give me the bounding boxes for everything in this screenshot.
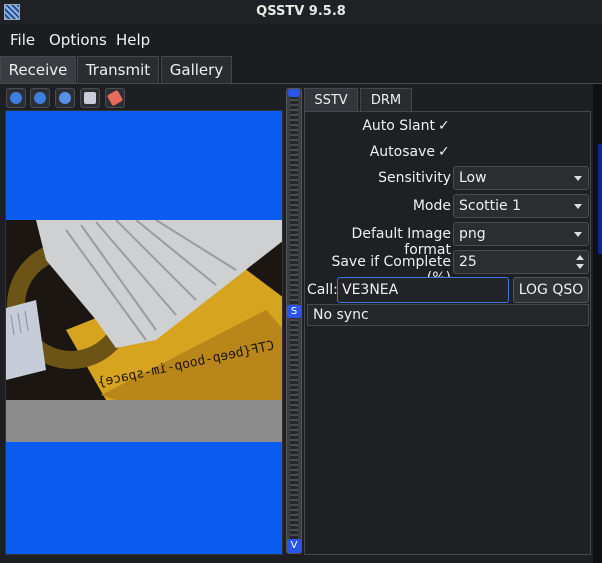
chevron-down-icon xyxy=(574,176,582,181)
window-edge-accent xyxy=(598,144,602,254)
start-icon xyxy=(10,92,22,104)
erase-icon xyxy=(106,89,124,107)
received-photo-art: CTF{beep-boop-im-space} xyxy=(6,220,282,400)
save-icon xyxy=(84,92,96,104)
chevron-down-icon[interactable] xyxy=(576,264,584,269)
tab-transmit[interactable]: Transmit xyxy=(77,56,159,84)
chevron-down-icon xyxy=(574,204,582,209)
start-button[interactable] xyxy=(6,88,26,108)
mode-select[interactable]: Scottie 1 xyxy=(453,194,589,218)
autosave-label: Autosave xyxy=(369,144,435,160)
menu-help[interactable]: Help xyxy=(116,31,150,49)
sync-status: No sync xyxy=(307,304,589,326)
auto-slant-label: Auto Slant xyxy=(362,118,435,134)
call-label: Call: xyxy=(307,282,338,298)
slider-groove xyxy=(290,93,298,549)
mode-label: Mode xyxy=(412,198,451,214)
chevron-down-icon xyxy=(574,232,582,237)
stop-icon xyxy=(34,92,46,104)
chevron-up-icon[interactable] xyxy=(576,255,584,260)
slider-handle-v[interactable]: V xyxy=(287,539,301,553)
title-bar: QSSTV 9.5.8 xyxy=(0,0,602,24)
slider-top-cap xyxy=(288,89,300,97)
menu-file[interactable]: File xyxy=(10,31,35,49)
sync-slider[interactable]: S V xyxy=(286,88,302,554)
save-if-complete-value: 25 xyxy=(459,254,477,270)
tab-drm[interactable]: DRM xyxy=(360,88,412,112)
tab-receive[interactable]: Receive xyxy=(0,56,76,84)
resync-icon xyxy=(59,92,71,104)
sstv-settings-panel: Auto Slant ✓ Autosave ✓ Sensitivity Low … xyxy=(304,111,591,555)
sensitivity-select[interactable]: Low xyxy=(453,166,589,190)
call-input[interactable]: VE3NEA xyxy=(337,277,509,303)
image-noise-band xyxy=(6,400,282,442)
save-if-complete-spinbox[interactable]: 25 xyxy=(453,250,589,274)
default-image-format-value: png xyxy=(459,226,486,242)
default-image-format-select[interactable]: png xyxy=(453,222,589,246)
log-qso-button[interactable]: LOG QSO xyxy=(513,277,589,303)
tab-sstv[interactable]: SSTV xyxy=(304,88,358,112)
received-image-view: CTF{beep-boop-im-space} xyxy=(5,110,283,555)
erase-button[interactable] xyxy=(105,88,125,108)
auto-slant-checkbox[interactable]: ✓ xyxy=(438,118,450,134)
main-tabs: Receive Transmit Gallery xyxy=(0,56,602,84)
window-title: QSSTV 9.5.8 xyxy=(256,4,346,19)
stop-button[interactable] xyxy=(30,88,50,108)
sensitivity-label: Sensitivity xyxy=(378,170,451,186)
mode-value: Scottie 1 xyxy=(459,198,521,214)
window-edge xyxy=(593,84,602,563)
autosave-checkbox[interactable]: ✓ xyxy=(438,144,450,160)
received-photo: CTF{beep-boop-im-space} xyxy=(6,220,282,400)
menu-options[interactable]: Options xyxy=(49,31,107,49)
resync-button[interactable] xyxy=(55,88,75,108)
save-button[interactable] xyxy=(80,88,100,108)
sensitivity-value: Low xyxy=(459,170,487,186)
slider-handle-s[interactable]: S xyxy=(287,305,301,318)
tab-gallery[interactable]: Gallery xyxy=(161,56,232,84)
menu-bar: File Options Help xyxy=(0,28,602,52)
